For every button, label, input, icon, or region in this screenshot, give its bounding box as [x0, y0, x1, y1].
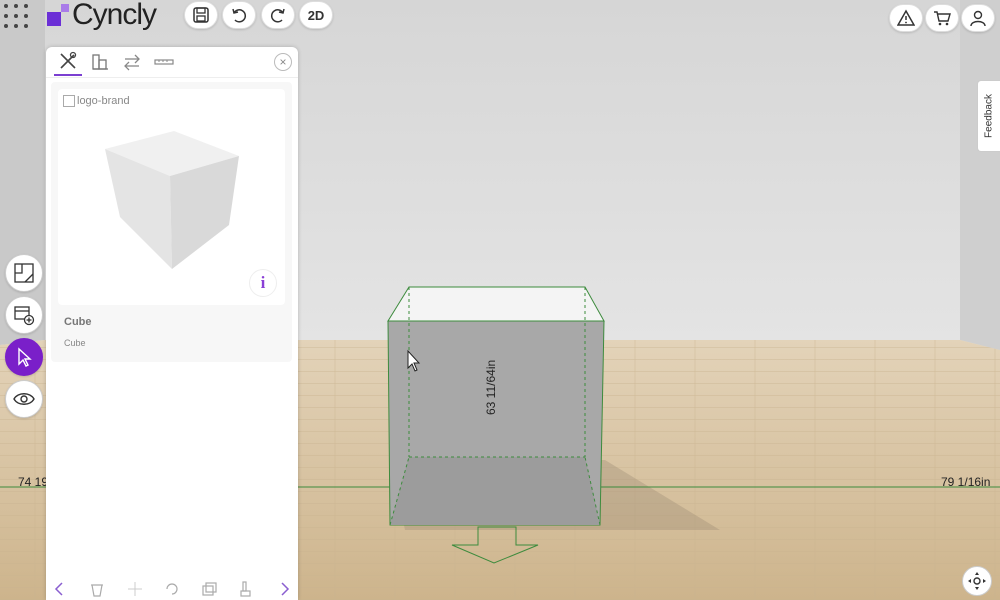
- chevron-right-icon[interactable]: [276, 581, 292, 597]
- dimension-height-label: 63 11/64in: [484, 359, 498, 415]
- pointer-icon: [18, 347, 32, 367]
- panel-tabs: ×: [46, 47, 298, 78]
- chevron-left-icon[interactable]: [52, 581, 68, 597]
- panel-close-button[interactable]: ×: [274, 53, 292, 71]
- product-subtitle: Cube: [64, 338, 86, 348]
- navigation-button[interactable]: [962, 566, 992, 596]
- product-image: logo-brand i: [58, 89, 285, 305]
- feedback-label: Feedback: [983, 94, 995, 138]
- redo-button[interactable]: [261, 1, 295, 29]
- info-button[interactable]: i: [249, 269, 277, 297]
- tab-catalog[interactable]: [86, 48, 114, 76]
- view-2d-button[interactable]: 2D: [299, 1, 333, 29]
- undo-button[interactable]: [222, 1, 256, 29]
- visibility-button[interactable]: [5, 380, 43, 418]
- panel-action-bar: [46, 578, 298, 600]
- navigation-icon: [968, 572, 986, 590]
- tab-measure[interactable]: [150, 48, 178, 76]
- tab-swap[interactable]: [118, 48, 146, 76]
- add-catalog-button[interactable]: [5, 296, 43, 334]
- swap-icon: [124, 54, 140, 71]
- user-icon: [970, 10, 986, 27]
- feedback-tab[interactable]: Feedback: [977, 80, 1000, 152]
- warning-icon: [897, 9, 915, 26]
- paint-icon[interactable]: [239, 581, 255, 597]
- brand-logo: Cyncly: [47, 0, 157, 32]
- rotate-icon[interactable]: [164, 581, 180, 597]
- dimension-left-label: 74 19: [18, 475, 49, 489]
- info-icon: i: [260, 273, 266, 292]
- close-icon: ×: [279, 55, 287, 69]
- save-icon: [193, 7, 209, 23]
- move-icon[interactable]: [127, 581, 143, 597]
- cart-icon: [934, 11, 951, 26]
- tab-tools[interactable]: [54, 48, 82, 76]
- ruler-icon: [154, 59, 174, 65]
- cart-button[interactable]: [925, 4, 959, 32]
- product-card[interactable]: logo-brand i Cube Cube: [51, 82, 292, 362]
- floorplan-icon: [14, 263, 34, 283]
- apps-grid-icon[interactable]: [2, 2, 32, 30]
- tools-icon: [60, 51, 77, 69]
- select-tool-button[interactable]: [5, 338, 43, 376]
- dimension-right-label: 79 1/16in: [941, 475, 991, 489]
- properties-panel: × logo-brand i Cube Cube: [46, 47, 298, 600]
- delete-icon[interactable]: [89, 581, 105, 597]
- brand-mark-icon: [47, 4, 69, 26]
- floorplan-button[interactable]: [5, 254, 43, 292]
- product-title: Cube: [64, 316, 92, 328]
- eye-icon: [13, 393, 35, 405]
- catalog-icon: [92, 54, 108, 70]
- duplicate-icon[interactable]: [201, 581, 217, 597]
- brand-name: Cyncly: [72, 0, 157, 31]
- redo-icon: [270, 8, 285, 23]
- user-button[interactable]: [961, 4, 995, 32]
- save-button[interactable]: [184, 1, 218, 29]
- add-catalog-icon: [14, 306, 35, 326]
- warnings-button[interactable]: [889, 4, 923, 32]
- cube-thumbnail: [105, 131, 239, 269]
- view-2d-label: 2D: [307, 7, 325, 23]
- undo-icon: [232, 8, 247, 23]
